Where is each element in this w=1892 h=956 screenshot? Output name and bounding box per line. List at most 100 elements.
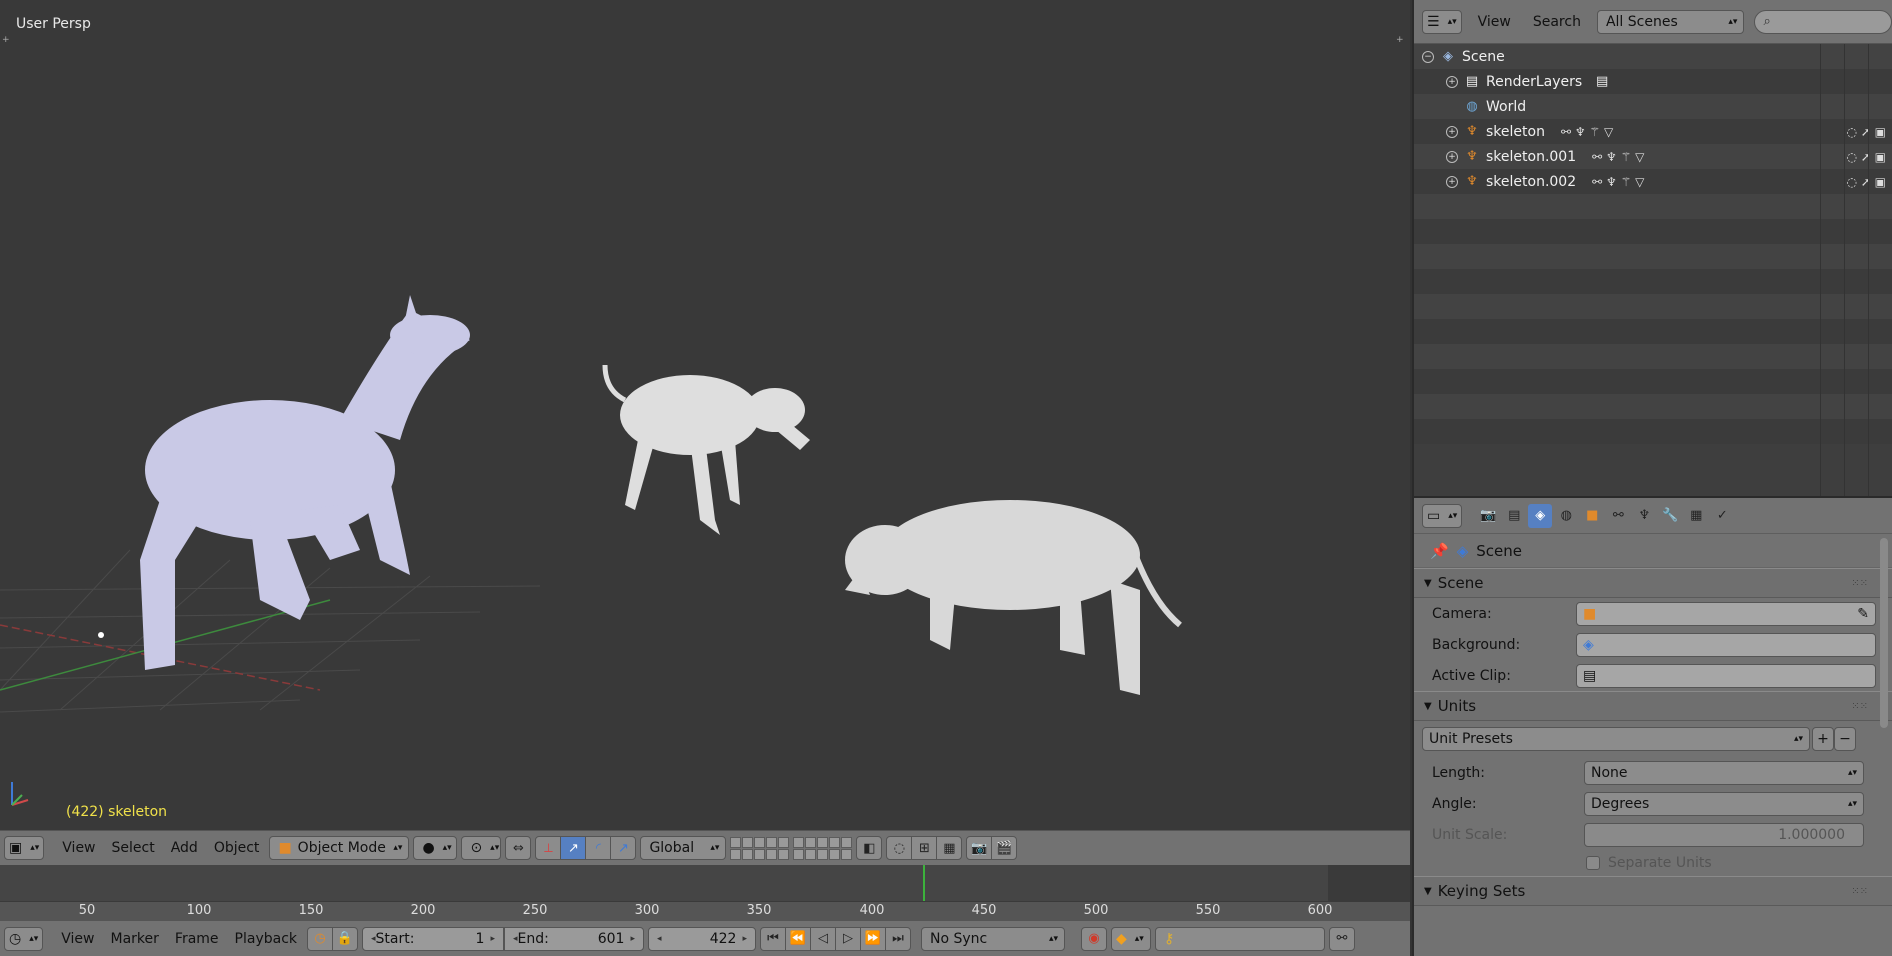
3d-cursor[interactable] [98,632,104,638]
extra-manipulator[interactable]: ↗ [610,836,637,860]
mode-dropdown[interactable]: ■ Object Mode ▴▾ [269,836,410,860]
manipulator-toggle[interactable]: ⇔ [505,836,532,860]
timeline-area[interactable]: 50 100 150 200 250 300 350 400 450 500 5… [0,865,1410,920]
region-toggle-right-icon[interactable]: + [1396,36,1404,45]
pivot-dropdown[interactable]: ⊙ ▴▾ [461,836,502,860]
menu-object[interactable]: Object [208,836,266,860]
restrict-toggles[interactable]: ◌ ➚ ▣ [1847,125,1887,139]
expand-icon[interactable]: + [1446,150,1458,163]
timeline-menu-view[interactable]: View [55,927,100,951]
eyedropper-icon[interactable]: ✎ [1857,606,1869,622]
tab-armature[interactable]: ♆ [1632,504,1656,528]
restrict-toggles[interactable]: ◌ ➚ ▣ [1847,175,1887,189]
scene-panel-header[interactable]: ▼ Scene ⁙⁙ [1414,568,1892,598]
drag-grip-icon[interactable]: ⁙⁙ [1851,578,1868,589]
menu-select[interactable]: Select [106,836,161,860]
dog-model-sniffing[interactable] [845,500,1182,695]
next-keyframe-button[interactable]: ⏩ [860,926,886,951]
drag-grip-icon[interactable]: ⁙⁙ [1851,701,1868,712]
preview-range-button[interactable]: ◷ [307,926,333,951]
lock-layers-button[interactable]: ◧ [856,836,883,860]
tab-physics[interactable]: ✓ [1710,504,1734,528]
orientation-dropdown[interactable]: Global ▴▾ [640,836,727,860]
background-field[interactable]: ◈ [1576,632,1876,657]
timeline-end-shade [1328,865,1410,901]
outliner-header: ☰ ▴▾ View Search All Scenes ▴▾ ⌕ [1414,0,1892,44]
tab-render[interactable]: 📷 [1476,504,1500,528]
opengl-anim-button[interactable]: 🎬 [991,836,1018,860]
tab-texture[interactable]: ▦ [1684,504,1708,528]
start-frame-field[interactable]: ◂ Start: 1 ▸ [362,926,504,951]
restrict-toggles[interactable]: ◌ ➚ ▣ [1847,150,1887,164]
outliner-menu-search[interactable]: Search [1527,10,1587,34]
timeline-menu-playback[interactable]: Playback [229,927,303,951]
insert-keyframe-button[interactable]: ⚯ [1329,926,1355,951]
units-panel-header[interactable]: ▼ Units ⁙⁙ [1414,691,1892,721]
expand-icon[interactable]: + [1446,175,1458,188]
length-dropdown[interactable]: None ▴▾ [1584,760,1864,785]
expand-icon[interactable]: + [1446,75,1458,88]
scene-filter-dropdown[interactable]: All Scenes ▴▾ [1596,9,1745,34]
scale-manipulator[interactable]: ◜ [585,836,612,860]
add-preset-button[interactable]: + [1812,727,1834,751]
orientation-label: Global [649,840,695,856]
sync-dropdown[interactable]: No Sync ▴▾ [921,926,1065,951]
active-clip-field[interactable]: ▤ [1576,663,1876,688]
unit-presets-dropdown[interactable]: Unit Presets ▴▾ [1422,727,1810,751]
drag-grip-icon[interactable]: ⁙⁙ [1851,886,1868,897]
panel-expanded-icon: ▼ [1424,700,1432,712]
menu-add[interactable]: Add [165,836,204,860]
jump-start-button[interactable]: ⏮ [760,926,786,951]
layer-grid-b[interactable] [793,836,853,860]
tab-constraints[interactable]: ⚯ [1606,504,1630,528]
camera-field[interactable]: ■ ✎ [1576,601,1876,626]
jump-end-button[interactable]: ⏭ [885,926,911,951]
prev-keyframe-button[interactable]: ⏪ [785,926,811,951]
collapse-icon[interactable]: − [1422,50,1434,63]
props-editor-type-button[interactable]: ▭ ▴▾ [1422,503,1463,528]
outliner-search-input[interactable]: ⌕ [1754,9,1892,34]
tab-object[interactable]: ■ [1580,504,1604,528]
menu-view[interactable]: View [56,836,101,860]
3d-viewport[interactable]: User Persp (422) skeleton + + [0,0,1410,830]
play-reverse-button[interactable]: ◁ [810,926,836,951]
current-frame-field[interactable]: ◂ 422 ▸ [648,926,756,951]
record-button[interactable]: ◉ [1081,926,1107,951]
snap-element-button[interactable]: ⊞ [911,836,938,860]
end-frame-field[interactable]: ◂ End: 601 ▸ [504,926,644,951]
remove-preset-button[interactable]: − [1834,727,1856,751]
timeline-menu-marker[interactable]: Marker [105,927,165,951]
tab-scene[interactable]: ◈ [1528,503,1553,528]
opengl-render-button[interactable]: 📷 [966,836,993,860]
pin-icon[interactable]: 📌 [1430,542,1449,560]
current-frame-indicator[interactable] [923,865,925,901]
dog-model-thin[interactable] [602,364,810,535]
angle-dropdown[interactable]: Degrees ▴▾ [1584,791,1864,816]
tab-render-layers[interactable]: ▤ [1502,504,1526,528]
play-button[interactable]: ▷ [835,926,861,951]
active-keying-set-field[interactable]: ⚷ [1155,926,1325,951]
editor-type-button[interactable]: ▣ ▴▾ [4,836,45,860]
unit-scale-field[interactable]: 1.000000 [1584,822,1864,847]
keying-set-dropdown[interactable]: ◆ ▴▾ [1111,926,1151,951]
layer-grid-a[interactable] [730,836,790,860]
outliner-menu-view[interactable]: View [1472,10,1517,34]
tab-modifiers[interactable]: 🔧 [1658,504,1682,528]
snap-target-button[interactable]: ▦ [936,836,963,860]
outliner-editor-type-button[interactable]: ☰ ▴▾ [1422,9,1462,34]
expand-icon[interactable]: + [1446,125,1458,138]
region-toggle-left-icon[interactable]: + [2,36,10,45]
tab-world[interactable]: ◍ [1554,504,1578,528]
timeline-menu-frame[interactable]: Frame [169,927,225,951]
timeline-editor-type-button[interactable]: ◷ ▴▾ [4,926,44,951]
axis-gizmo [11,782,29,806]
translate-manipulator[interactable]: ⟂ [535,836,562,860]
frame-ruler[interactable]: 50 100 150 200 250 300 350 400 450 500 5… [0,901,1410,920]
shading-dropdown[interactable]: ● ▴▾ [413,836,458,860]
separate-units-checkbox[interactable]: Separate Units [1586,855,1712,871]
rotate-manipulator[interactable]: ↗ [560,836,587,860]
keying-sets-panel-header[interactable]: ▼ Keying Sets ⁙⁙ [1414,876,1892,906]
properties-scrollbar[interactable] [1880,538,1888,728]
lock-range-button[interactable]: 🔒 [332,926,358,951]
proportional-edit-button[interactable]: ◌ [886,836,913,860]
